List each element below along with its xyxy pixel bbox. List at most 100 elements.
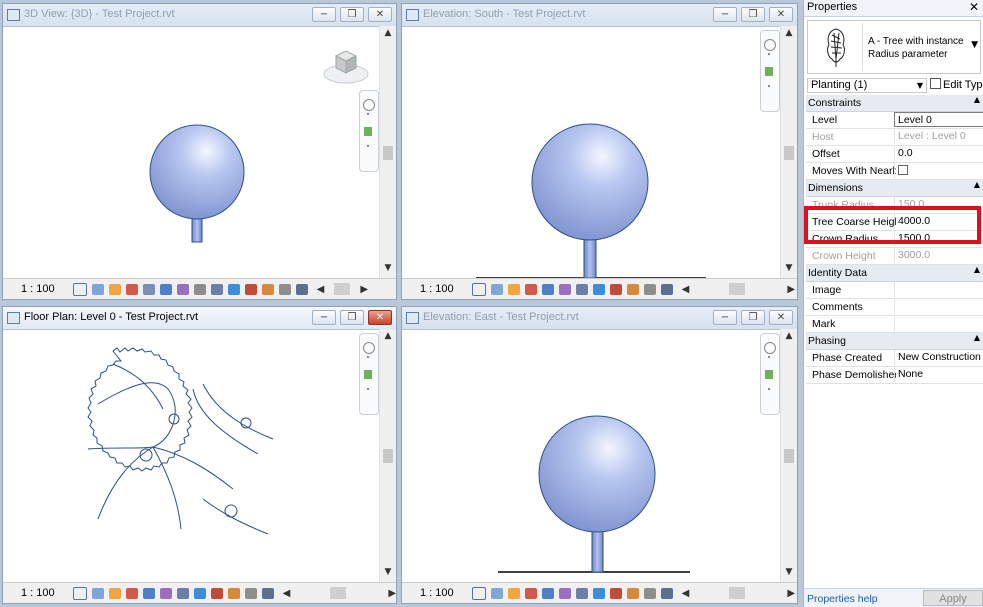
viewport-titlebar[interactable]: Elevation: East - Test Project.rvt − ❒ ✕ <box>402 307 797 330</box>
param-row-comments[interactable]: Comments <box>806 299 983 316</box>
detail-level-icon[interactable] <box>471 282 486 296</box>
sun-path-icon[interactable] <box>108 587 121 599</box>
chevron-down-icon[interactable]: ▼ <box>971 40 978 50</box>
shadows-icon[interactable] <box>125 587 138 599</box>
navigation-bar[interactable] <box>760 333 780 415</box>
collapse-icon[interactable]: ▲ <box>974 95 980 104</box>
worksharing-icon[interactable] <box>210 587 223 599</box>
properties-help-link[interactable]: Properties help <box>807 593 878 605</box>
param-row-mark[interactable]: Mark <box>806 316 983 333</box>
scroll-up-arrow[interactable]: ▲ <box>380 28 396 42</box>
close-button[interactable]: ✕ <box>368 7 392 22</box>
minimize-button[interactable]: − <box>312 310 336 325</box>
crop-view-icon[interactable] <box>541 283 554 295</box>
render-icon[interactable] <box>142 283 155 295</box>
vertical-scrollbar[interactable]: ▲ ▼ <box>780 329 797 583</box>
scroll-thumb[interactable] <box>383 449 393 463</box>
param-row-phase-demolished[interactable]: Phase Demolished None <box>806 367 983 384</box>
collapse-icon[interactable]: ▲ <box>974 180 980 189</box>
detail-level-icon[interactable] <box>72 586 87 600</box>
viewport-titlebar[interactable]: 3D View: {3D} - Test Project.rvt − ❒ ✕ <box>3 4 396 27</box>
scroll-left-arrow[interactable]: ◀ <box>682 284 690 295</box>
edit-type-button[interactable]: Edit Type <box>930 78 983 93</box>
scroll-up-arrow[interactable]: ▲ <box>781 28 797 42</box>
drawing-canvas[interactable] <box>3 26 380 279</box>
moves-with-nearby-cell[interactable] <box>894 163 983 178</box>
visual-style-icon[interactable] <box>91 587 104 599</box>
moves-with-nearby-checkbox[interactable] <box>898 165 908 175</box>
group-dimensions[interactable]: Dimensions ▲ <box>806 180 983 197</box>
reveal-hidden-icon[interactable] <box>227 283 240 295</box>
zoom-icon[interactable] <box>765 67 773 76</box>
scroll-thumb[interactable] <box>784 146 794 160</box>
param-row-phase-created[interactable]: Phase Created New Construction <box>806 350 983 367</box>
steering-wheel-icon[interactable] <box>764 342 776 354</box>
steering-wheel-icon[interactable] <box>764 39 776 51</box>
vertical-scrollbar[interactable]: ▲ ▼ <box>780 26 797 279</box>
show-crop-icon[interactable] <box>159 587 172 599</box>
scroll-up-arrow[interactable]: ▲ <box>380 331 396 345</box>
scroll-thumb[interactable] <box>383 146 393 160</box>
show-crop-icon[interactable] <box>558 587 571 599</box>
reveal-hidden-icon[interactable] <box>592 283 605 295</box>
level-field[interactable]: Level 0 <box>894 112 983 127</box>
viewport-3d[interactable]: 3D View: {3D} - Test Project.rvt − ❒ ✕ ▲… <box>2 3 397 300</box>
visual-style-icon[interactable] <box>91 283 104 295</box>
viewport-titlebar[interactable]: Floor Plan: Level 0 - Test Project.rvt −… <box>3 307 396 330</box>
horizontal-scroll-thumb[interactable] <box>729 587 746 599</box>
restore-button[interactable]: ❒ <box>741 310 765 325</box>
type-selector[interactable]: A - Tree with instance Radius parameter … <box>807 20 981 74</box>
scroll-down-arrow[interactable]: ▼ <box>380 567 396 581</box>
viewport-elevation-south[interactable]: Elevation: South - Test Project.rvt − ❒ … <box>401 3 798 300</box>
vertical-scrollbar[interactable]: ▲ ▼ <box>379 26 396 279</box>
scroll-left-arrow[interactable]: ◀ <box>317 284 325 295</box>
sun-path-icon[interactable] <box>507 283 520 295</box>
crop-view-icon[interactable] <box>142 587 155 599</box>
steering-wheel-icon[interactable] <box>363 342 375 354</box>
drawing-canvas[interactable] <box>402 26 781 279</box>
close-icon[interactable]: ✕ <box>969 0 979 14</box>
scroll-right-arrow[interactable]: ▶ <box>787 284 795 295</box>
highlight-icon[interactable] <box>244 587 257 599</box>
temp-hide-icon[interactable] <box>575 283 588 295</box>
scroll-left-arrow[interactable]: ◀ <box>682 588 690 599</box>
analysis-icon[interactable] <box>227 587 240 599</box>
param-row-image[interactable]: Image <box>806 282 983 299</box>
close-button[interactable]: ✕ <box>769 310 793 325</box>
scroll-right-arrow[interactable]: ▶ <box>360 284 368 295</box>
constraints-icon[interactable] <box>660 587 673 599</box>
scroll-down-arrow[interactable]: ▼ <box>781 263 797 277</box>
apply-button[interactable]: Apply <box>923 590 983 606</box>
close-button[interactable]: ✕ <box>769 7 793 22</box>
highlight-icon[interactable] <box>643 283 656 295</box>
shadows-icon[interactable] <box>524 283 537 295</box>
comments-field[interactable] <box>894 299 983 314</box>
visual-style-icon[interactable] <box>490 587 503 599</box>
group-identity-data[interactable]: Identity Data ▲ <box>806 265 983 282</box>
scroll-down-arrow[interactable]: ▼ <box>380 263 396 277</box>
steering-wheel-icon[interactable] <box>363 99 375 111</box>
show-crop-icon[interactable] <box>558 283 571 295</box>
highlight-icon[interactable] <box>643 587 656 599</box>
view-scale[interactable]: 1 : 100 <box>420 587 454 599</box>
analysis-icon[interactable] <box>626 283 639 295</box>
zoom-icon[interactable] <box>765 370 773 379</box>
collapse-icon[interactable]: ▲ <box>974 333 980 342</box>
crop-view-icon[interactable] <box>541 587 554 599</box>
visual-style-icon[interactable] <box>490 283 503 295</box>
scroll-up-arrow[interactable]: ▲ <box>781 331 797 345</box>
zoom-icon[interactable] <box>364 127 372 136</box>
scroll-right-arrow[interactable]: ▶ <box>787 588 795 599</box>
view-scale[interactable]: 1 : 100 <box>21 587 55 599</box>
highlight-icon[interactable] <box>278 283 291 295</box>
analysis-icon[interactable] <box>626 587 639 599</box>
viewport-titlebar[interactable]: Elevation: South - Test Project.rvt − ❒ … <box>402 4 797 27</box>
sun-path-icon[interactable] <box>507 587 520 599</box>
param-row-level[interactable]: Level Level 0 <box>806 112 983 129</box>
group-phasing[interactable]: Phasing ▲ <box>806 333 983 350</box>
restore-button[interactable]: ❒ <box>340 310 364 325</box>
scroll-left-arrow[interactable]: ◀ <box>283 588 291 599</box>
navigation-bar[interactable] <box>359 333 379 415</box>
lock-view-icon[interactable] <box>193 283 206 295</box>
scroll-down-arrow[interactable]: ▼ <box>781 567 797 581</box>
